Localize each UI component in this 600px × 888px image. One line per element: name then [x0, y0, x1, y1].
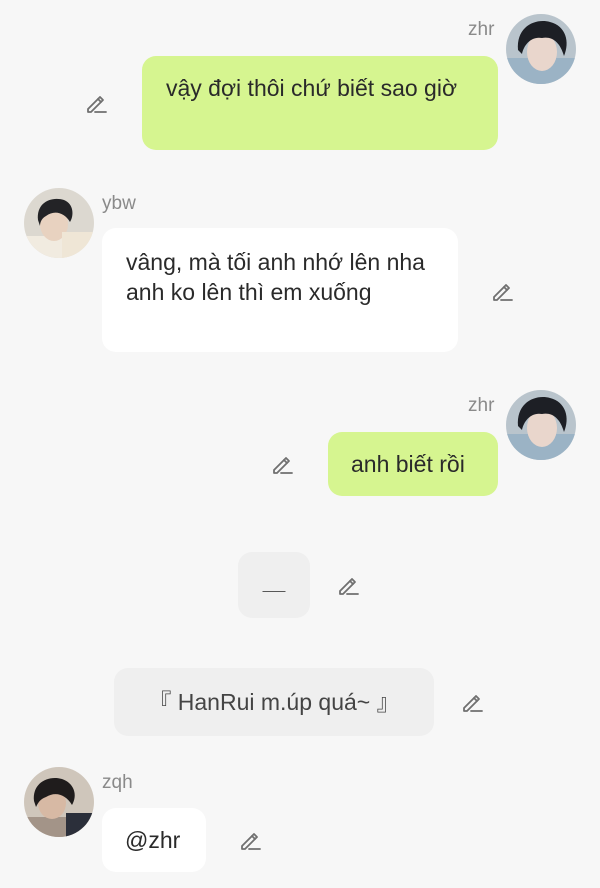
message-bubble[interactable]: anh biết rồi — [328, 432, 498, 496]
message-text: vâng, mà tối anh nhớ lên nha anh ko lên … — [126, 249, 425, 305]
pencil-icon[interactable] — [460, 689, 486, 715]
avatar-zhr[interactable] — [506, 390, 576, 460]
pencil-icon[interactable] — [490, 278, 516, 304]
avatar-zhr[interactable] — [506, 14, 576, 84]
message-bubble[interactable]: vậy đợi thôi chứ biết sao giờ — [142, 56, 498, 150]
message-text: ＿ — [262, 568, 286, 594]
avatar-image — [506, 14, 576, 84]
message-text: anh biết rồi — [351, 451, 465, 477]
avatar-zqh[interactable] — [24, 767, 94, 837]
pencil-icon[interactable] — [270, 451, 296, 477]
message-bubble[interactable]: @zhr — [102, 808, 206, 872]
message-bubble[interactable]: vâng, mà tối anh nhớ lên nha anh ko lên … — [102, 228, 458, 352]
sender-name: zhr — [468, 395, 495, 416]
avatar-image — [24, 767, 94, 837]
system-bubble[interactable]: 『 HanRui m.úp quá~ 』 — [114, 668, 434, 736]
sender-name: zhr — [468, 19, 495, 40]
pencil-icon[interactable] — [336, 572, 362, 598]
message-text: 『 HanRui m.úp quá~ 』 — [148, 689, 400, 715]
message-text: @zhr — [125, 827, 181, 853]
avatar-ybw[interactable] — [24, 188, 94, 258]
message-text: vậy đợi thôi chứ biết sao giờ — [166, 75, 458, 101]
pencil-icon[interactable] — [238, 827, 264, 853]
system-bubble[interactable]: ＿ — [238, 552, 310, 618]
avatar-image — [506, 390, 576, 460]
pencil-icon[interactable] — [84, 90, 110, 116]
sender-name: zqh — [102, 772, 133, 793]
avatar-image — [24, 188, 94, 258]
sender-name: ybw — [102, 193, 136, 214]
